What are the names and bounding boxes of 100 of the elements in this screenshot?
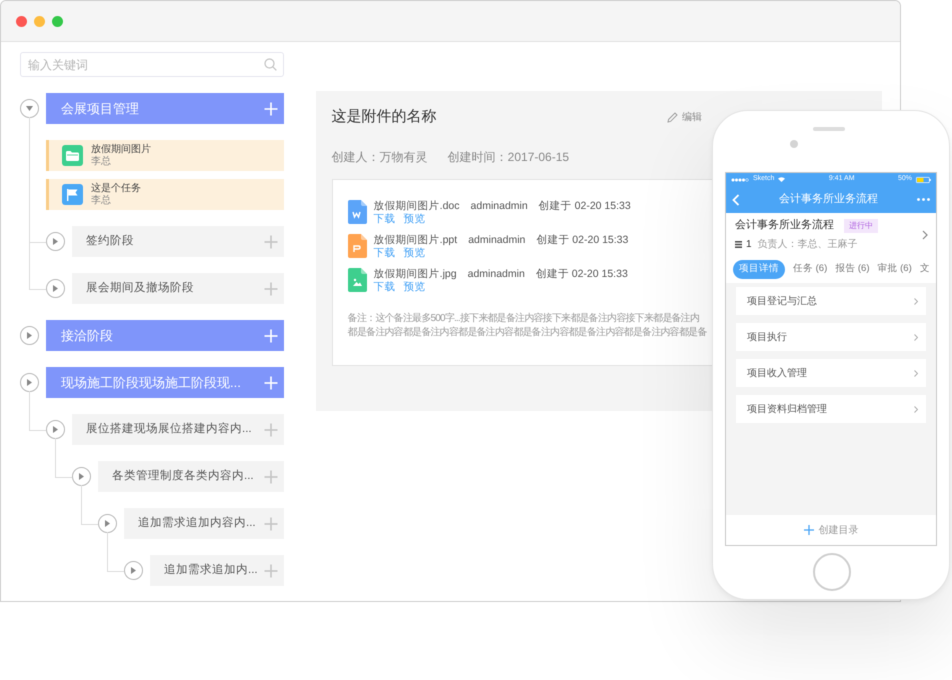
phase-bar[interactable]: 接洽阶段 (46, 320, 284, 351)
node-label: 追加需求追加内容内... (138, 515, 257, 531)
preview-link[interactable]: 预览 (404, 281, 426, 294)
download-link[interactable]: 下载 (374, 281, 396, 294)
home-button[interactable] (813, 553, 851, 591)
stage-bar[interactable]: 展会期间及撤场阶段 (72, 273, 284, 304)
download-link[interactable]: 下载 (374, 247, 396, 260)
plus-icon[interactable] (264, 376, 278, 390)
tab[interactable]: 审批 (6) (878, 262, 912, 277)
expand-toggle[interactable] (20, 326, 39, 345)
node-label: 展位搭建现场展位搭建内容内... (86, 421, 253, 437)
signal-icon (731, 178, 749, 182)
folder-card[interactable]: 放假期间图片 李总 (46, 140, 284, 171)
camera-icon (790, 140, 798, 148)
chevron-right-icon (914, 298, 918, 304)
plus-icon (804, 525, 814, 535)
plus-icon[interactable] (264, 234, 278, 248)
plus-icon[interactable] (264, 470, 278, 484)
chevron-right-icon[interactable] (922, 230, 928, 240)
expand-toggle[interactable] (46, 232, 65, 251)
caret-right-icon (105, 520, 110, 527)
caret-right-icon (53, 238, 58, 245)
node-label: 各类管理制度各类内容内... (112, 468, 255, 484)
stage-bar[interactable]: 追加需求追加内... (150, 555, 284, 586)
task-card[interactable]: 这是个任务 李总 (46, 179, 284, 210)
plus-icon[interactable] (264, 328, 278, 342)
phase-bar[interactable]: 会展项目管理 (46, 93, 284, 124)
created-date: 创建时间：2017-06-15 (448, 149, 570, 165)
preview-link[interactable]: 预览 (404, 213, 426, 226)
tab[interactable]: 任务 (6) (793, 262, 828, 277)
caret-right-icon (79, 473, 84, 480)
search-icon (264, 58, 277, 71)
owner-text: 负责人：李总、王麻子 (758, 238, 858, 252)
caret-right-icon (131, 567, 136, 574)
list-item[interactable]: 项目执行 (736, 323, 926, 351)
expand-toggle[interactable] (20, 99, 39, 118)
node-label: 现场施工阶段现场施工阶段现... (61, 374, 242, 392)
plus-icon[interactable] (264, 422, 278, 436)
file-time: 创建于 02-20 15:33 (536, 234, 628, 247)
plus-icon[interactable] (264, 102, 278, 116)
list-item[interactable]: 项目收入管理 (736, 359, 926, 387)
node-label: 追加需求追加内... (164, 562, 259, 578)
expand-toggle[interactable] (46, 420, 65, 439)
chevron-right-icon (914, 406, 918, 412)
status-badge: 进行中 (844, 218, 878, 232)
caret-right-icon (27, 332, 32, 339)
expand-toggle[interactable] (72, 467, 91, 486)
back-icon[interactable] (732, 194, 740, 206)
list-item[interactable]: 项目登记与汇总 (736, 287, 926, 315)
tab[interactable]: 项目详情 (733, 260, 785, 279)
more-icon[interactable] (917, 198, 930, 201)
preview-link[interactable]: 预览 (404, 247, 426, 260)
node-label: 展会期间及撤场阶段 (86, 280, 195, 296)
create-folder-button[interactable]: 创建目录 (726, 515, 936, 545)
plus-icon[interactable] (264, 564, 278, 578)
plus-icon[interactable] (264, 516, 278, 530)
card-owner: 李总 (91, 156, 112, 168)
pencil-icon (667, 112, 678, 122)
project-title: 会计事务所业务流程 (735, 218, 834, 234)
zoom-button[interactable] (52, 16, 63, 26)
file-user: adminadmin (468, 234, 526, 247)
stage-bar[interactable]: 签约阶段 (72, 226, 284, 257)
node-label: 接洽阶段 (61, 326, 114, 345)
file-name: 放假期间图片.doc (374, 200, 460, 213)
stage-bar[interactable]: 追加需求追加内容内... (124, 508, 284, 539)
card-title: 放假期间图片 (91, 144, 151, 156)
edit-button[interactable]: 编辑 (667, 110, 702, 124)
plus-icon[interactable] (264, 282, 278, 296)
minimize-button[interactable] (34, 16, 45, 26)
download-link[interactable]: 下载 (374, 213, 396, 226)
nav-title: 会计事务所业务流程 (779, 192, 878, 208)
search-field[interactable]: 输入关键词 (20, 52, 284, 77)
tab[interactable]: 文 (920, 262, 930, 277)
expand-toggle[interactable] (20, 373, 39, 392)
file-time: 创建于 02-20 15:33 (536, 268, 628, 281)
tab[interactable]: 报告 (6) (835, 262, 870, 277)
card-owner: 李总 (91, 194, 112, 206)
file-name: 放假期间图片.ppt (374, 234, 458, 247)
list-item[interactable]: 项目资料归档管理 (736, 395, 926, 423)
expand-toggle[interactable] (124, 561, 143, 580)
image-file-icon (348, 268, 367, 292)
phase-bar[interactable]: 现场施工阶段现场施工阶段现... (46, 367, 284, 398)
stage-bar[interactable]: 各类管理制度各类内容内... (98, 461, 284, 492)
file-name: 放假期间图片.jpg (374, 268, 457, 281)
stage-bar[interactable]: 展位搭建现场展位搭建内容内... (72, 414, 284, 445)
expand-toggle[interactable] (46, 279, 65, 298)
expand-toggle[interactable] (98, 514, 117, 533)
slides-file-icon (348, 234, 367, 258)
chevron-right-icon (914, 334, 918, 340)
close-button[interactable] (16, 16, 27, 26)
speaker-icon (813, 127, 845, 131)
caret-right-icon (53, 285, 58, 292)
card-title: 这是个任务 (91, 182, 141, 194)
member-count: 1 (746, 238, 752, 252)
folder-icon (66, 150, 79, 160)
file-user: adminadmin (470, 200, 528, 213)
node-label: 会展项目管理 (61, 100, 140, 118)
detail-title: 这是附件的名称 (332, 107, 437, 127)
file-user: adminadmin (468, 268, 525, 281)
note-text: 备注：这个备注最多500字...接下来都是备注内容接下来都是备注内容接下来都是备注内 (348, 312, 700, 326)
